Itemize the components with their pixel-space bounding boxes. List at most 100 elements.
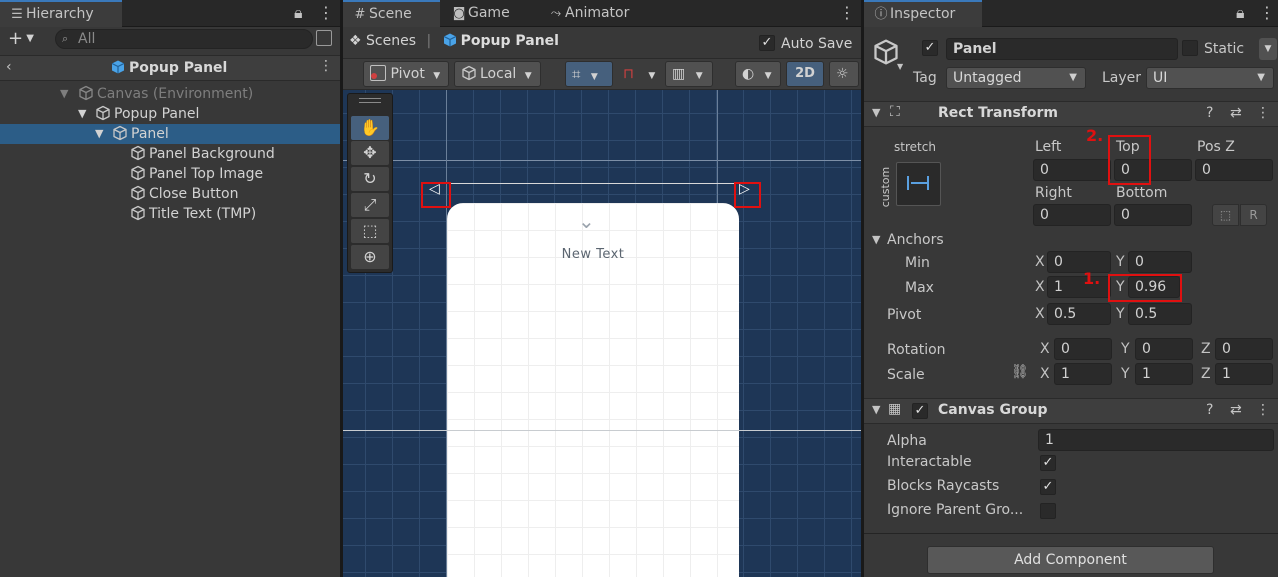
scale-y-field[interactable]: 1 <box>1135 363 1193 385</box>
alpha-field[interactable]: 1 <box>1038 429 1274 451</box>
2d-toggle[interactable]: 2D <box>786 61 824 87</box>
canvas-group-header[interactable]: ▼ ▦ ✓ Canvas Group ? ⇄ ⋮ <box>864 398 1278 424</box>
panel-rect-outline <box>435 183 741 184</box>
foldout-arrow-icon[interactable]: ▼ <box>872 233 880 246</box>
search-options-icon[interactable] <box>316 30 332 46</box>
scale-x-field[interactable]: 1 <box>1054 363 1112 385</box>
blueprint-mode-button[interactable]: ⬚ <box>1212 204 1239 226</box>
add-button[interactable]: + ▼ <box>8 30 34 48</box>
hand-icon: ✋ <box>360 118 380 137</box>
add-component-button[interactable]: Add Component <box>927 546 1214 574</box>
grid-snap-button[interactable]: ⌗ ▼ <box>565 61 613 87</box>
search-icon: ⌕ <box>62 32 69 45</box>
object-name-field[interactable]: Panel <box>946 38 1178 60</box>
hierarchy-item-close-button[interactable]: Close Button <box>0 184 340 204</box>
active-checkbox[interactable]: ✓ <box>922 40 938 56</box>
pivot-x-field[interactable]: 0.5 <box>1047 303 1111 325</box>
posz-field[interactable]: 0 <box>1195 159 1273 181</box>
rotation-y-field[interactable]: 0 <box>1135 338 1193 360</box>
foldout-arrow-icon[interactable]: ▼ <box>872 106 880 119</box>
right-label: Right <box>1035 185 1072 201</box>
ignore-parent-groups-checkbox[interactable] <box>1040 503 1056 519</box>
right-field[interactable]: 0 <box>1033 204 1111 226</box>
lock-icon[interactable]: 🔒︎ <box>294 4 303 22</box>
auto-save-checkbox[interactable]: ✓ <box>759 35 775 51</box>
blocks-raycasts-checkbox[interactable]: ✓ <box>1040 479 1056 495</box>
pivot-icon <box>370 65 386 81</box>
foldout-arrow-icon[interactable]: ▼ <box>78 104 86 124</box>
rotation-x-field[interactable]: 0 <box>1054 338 1112 360</box>
pivot-y-field[interactable]: 0.5 <box>1128 303 1192 325</box>
list-icon: ☰ <box>11 7 23 22</box>
preset-icon[interactable]: ⇄ <box>1230 105 1242 121</box>
foldout-arrow-icon[interactable]: ▼ <box>95 124 103 144</box>
constrain-proportions-icon[interactable]: ⛓ <box>1011 364 1029 380</box>
ignore-parent-groups-label: Ignore Parent Gro... <box>887 502 1024 518</box>
hierarchy-item-panel-background[interactable]: Panel Background <box>0 144 340 164</box>
transform-tool[interactable]: ⊕ <box>351 245 389 269</box>
gameobject-icon <box>112 125 128 141</box>
lock-icon[interactable]: 🔒︎ <box>1236 4 1245 22</box>
anchor-min-x-field[interactable]: 0 <box>1047 251 1111 273</box>
scene-viewport[interactable]: ⌄ New Text ◁ ▷ <box>343 90 861 577</box>
breadcrumb-root[interactable]: ❖ Scenes <box>349 33 420 49</box>
kebab-menu-icon[interactable]: ⋮ <box>1256 402 1270 418</box>
pivot-dropdown[interactable]: Pivot ▼ <box>363 61 449 87</box>
tag-dropdown[interactable]: Untagged ▼ <box>946 67 1086 89</box>
foldout-arrow-icon[interactable]: ▼ <box>60 84 68 104</box>
tab-scene[interactable]: # Scene <box>343 0 440 27</box>
kebab-menu-icon[interactable]: ⋮ <box>318 4 334 22</box>
preset-icon[interactable]: ⇄ <box>1230 402 1242 418</box>
move-tool[interactable]: ✥ <box>351 141 389 165</box>
hierarchy-search-input[interactable]: ⌕ All <box>55 29 313 49</box>
kebab-menu-icon[interactable]: ⋮ <box>839 4 855 22</box>
layer-label: Layer <box>1102 70 1142 86</box>
left-label: Left <box>1035 139 1062 155</box>
tab-hierarchy[interactable]: ☰ Hierarchy <box>0 0 122 27</box>
anchor-presets-button[interactable] <box>896 162 941 206</box>
canvas-group-title: Canvas Group <box>938 402 1048 418</box>
tab-game[interactable]: ◙ Game <box>442 0 538 27</box>
static-checkbox[interactable] <box>1182 40 1198 56</box>
bottom-field[interactable]: 0 <box>1114 204 1192 226</box>
hierarchy-item-label: Popup Panel <box>114 106 200 122</box>
local-dropdown[interactable]: Local ▼ <box>454 61 541 87</box>
hierarchy-item-title-text[interactable]: Title Text (TMP) <box>0 204 340 224</box>
tab-inspector[interactable]: ⓘ Inspector <box>864 0 982 27</box>
hierarchy-item-canvas[interactable]: ▼ Canvas (Environment) <box>0 84 340 104</box>
static-dropdown-arrow[interactable]: ▼ <box>1259 38 1277 60</box>
rotation-z-field[interactable]: 0 <box>1215 338 1273 360</box>
canvas-group-checkbox[interactable]: ✓ <box>912 403 928 419</box>
scale-tool[interactable]: ⤢ <box>351 193 389 217</box>
kebab-menu-icon[interactable]: ⋮ <box>1256 105 1270 121</box>
raw-edit-button[interactable]: R <box>1240 204 1267 226</box>
foldout-arrow-icon[interactable]: ▼ <box>872 403 880 416</box>
kebab-menu-icon[interactable]: ⋮ <box>1259 4 1275 22</box>
hand-tool[interactable]: ✋ <box>351 116 389 140</box>
snap-increment-button[interactable]: ⊓ ▼ <box>616 61 662 87</box>
left-field[interactable]: 0 <box>1033 159 1111 181</box>
rect-tool[interactable]: ⬚ <box>351 219 389 243</box>
layer-dropdown[interactable]: UI ▼ <box>1146 67 1274 89</box>
prefab-title-label: Popup Panel <box>129 60 228 76</box>
hierarchy-item-panel-top-image[interactable]: Panel Top Image <box>0 164 340 184</box>
tab-animator[interactable]: ⤳ Animator <box>539 0 659 27</box>
rect-transform-header[interactable]: ▼ ⛶ Rect Transform ? ⇄ ⋮ <box>864 101 1278 127</box>
lighting-toggle[interactable]: ☼ <box>829 61 859 87</box>
help-icon[interactable]: ? <box>1206 402 1213 418</box>
back-chevron-icon[interactable]: ‹ <box>6 59 12 75</box>
hierarchy-item-popup-panel[interactable]: ▼ Popup Panel <box>0 104 340 124</box>
search-placeholder: All <box>78 31 96 47</box>
grid-visibility-button[interactable]: ▥ ▼ <box>665 61 713 87</box>
hierarchy-item-panel[interactable]: ▼ Panel <box>0 124 340 144</box>
interactable-checkbox[interactable]: ✓ <box>1040 455 1056 471</box>
anchor-max-x-field[interactable]: 1 <box>1047 276 1111 298</box>
scale-z-field[interactable]: 1 <box>1215 363 1273 385</box>
breadcrumb-current[interactable]: Popup Panel <box>442 33 559 49</box>
help-icon[interactable]: ? <box>1206 105 1213 121</box>
chevron-down-icon[interactable]: ▼ <box>897 62 903 71</box>
draw-mode-button[interactable]: ◐ ▼ <box>735 61 781 87</box>
kebab-menu-icon[interactable]: ⋮ <box>319 58 333 74</box>
rotate-tool[interactable]: ↻ <box>351 167 389 191</box>
anchor-min-y-field[interactable]: 0 <box>1128 251 1192 273</box>
